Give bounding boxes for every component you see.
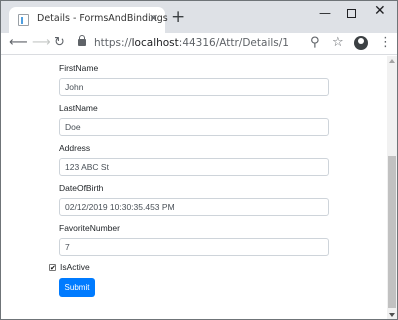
star-icon[interactable]: ☆ xyxy=(332,36,344,50)
dateofbirth-input[interactable]: 02/12/2019 10:30:35.453 PM xyxy=(59,198,329,216)
address-bar[interactable]: https://localhost:44316/Attr/Details/1 xyxy=(94,37,289,49)
isactive-checkbox[interactable]: ✔ xyxy=(49,263,56,271)
scroll-thumb[interactable] xyxy=(388,156,396,308)
firstname-input[interactable]: John xyxy=(59,78,329,96)
window-close-icon[interactable]: ✕ xyxy=(374,4,386,18)
dateofbirth-label: DateOfBirth xyxy=(59,183,104,193)
close-tab-icon[interactable]: ✕ xyxy=(149,12,158,26)
isactive-label: IsActive xyxy=(60,262,90,272)
url-path: :44316/Attr/Details/1 xyxy=(178,37,289,49)
profile-icon[interactable] xyxy=(354,36,368,50)
vertical-scrollbar[interactable] xyxy=(387,56,397,319)
scroll-up-icon[interactable] xyxy=(389,59,395,63)
address-input[interactable]: 123 ABC St xyxy=(59,158,329,176)
lastname-label: LastName xyxy=(59,103,98,113)
scroll-down-icon[interactable] xyxy=(389,313,395,317)
forward-arrow-icon[interactable]: ⟶ xyxy=(32,36,51,50)
back-arrow-icon[interactable]: ⟵ xyxy=(9,36,28,50)
address-label: Address xyxy=(59,143,91,153)
browser-toolbar: ⟵ ⟶ ↻ https://localhost:44316/Attr/Detai… xyxy=(1,33,397,55)
lastname-input[interactable]: Doe xyxy=(59,118,329,136)
field-dateofbirth: DateOfBirth 02/12/2019 10:30:35.453 PM xyxy=(59,183,331,216)
browser-window: Details - FormsAndBindings ✕ + — ✕ ⟵ ⟶ ↻… xyxy=(0,0,398,320)
new-tab-button[interactable]: + xyxy=(171,8,185,26)
tab-strip: Details - FormsAndBindings ✕ + — ✕ xyxy=(1,1,397,33)
reload-icon[interactable]: ↻ xyxy=(54,36,65,50)
menu-icon[interactable]: ⋮ xyxy=(379,36,392,50)
field-favoritenumber: FavoriteNumber 7 xyxy=(59,223,331,256)
field-address: Address 123 ABC St xyxy=(59,143,331,176)
field-lastname: LastName Doe xyxy=(59,103,331,136)
lock-icon[interactable] xyxy=(78,35,86,46)
url-host: localhost xyxy=(131,37,179,49)
submit-button[interactable]: Submit xyxy=(59,278,95,297)
field-firstname: FirstName John xyxy=(59,63,331,96)
url-prefix: https:// xyxy=(94,37,132,49)
favoritenumber-label: FavoriteNumber xyxy=(59,223,120,233)
isactive-row: ✔ IsActive xyxy=(49,262,90,272)
firstname-label: FirstName xyxy=(59,63,99,73)
maximize-icon[interactable] xyxy=(347,9,356,18)
page-favicon-icon xyxy=(18,14,29,26)
minimize-icon[interactable]: — xyxy=(319,6,331,20)
page-viewport: FirstName John LastName Doe Address 123 … xyxy=(1,56,397,319)
tab-details[interactable]: Details - FormsAndBindings ✕ xyxy=(9,7,168,33)
zoom-icon[interactable]: ⚲ xyxy=(310,36,320,50)
favoritenumber-input[interactable]: 7 xyxy=(59,238,329,256)
